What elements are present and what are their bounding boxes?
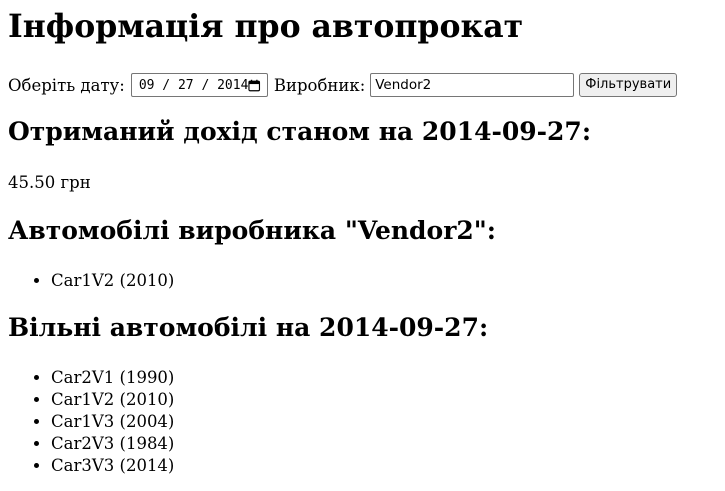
filter-button[interactable]: Фільтрувати <box>579 73 678 97</box>
filter-form: Оберіть дату: 09 / 27 / 2014 Виробник: Ф… <box>8 72 678 98</box>
free-cars-list: Car2V1 (1990) Car1V2 (2010) Car1V3 (2004… <box>8 367 174 477</box>
vendor-cars-list: Car1V2 (2010) <box>8 270 174 292</box>
date-input[interactable]: 09 / 27 / 2014 <box>130 73 268 97</box>
free-cars-heading: Вільні автомобілі на 2014-09-27: <box>8 313 489 342</box>
list-item: Car3V3 (2014) <box>51 455 174 477</box>
income-value: 45.50 грн <box>8 173 91 192</box>
date-value: 09 / 27 / 2014 <box>138 77 249 93</box>
calendar-icon[interactable] <box>248 79 261 92</box>
vendor-cars-heading: Автомобілі виробника "Vendor2": <box>8 216 497 245</box>
list-item: Car2V3 (1984) <box>51 433 174 455</box>
page-title: Інформація про автопрокат <box>8 8 524 45</box>
date-label: Оберіть дату: <box>8 75 125 95</box>
vendor-label: Виробник: <box>273 75 366 95</box>
list-item: Car1V2 (2010) <box>51 270 174 292</box>
list-item: Car2V1 (1990) <box>51 367 174 389</box>
list-item: Car1V2 (2010) <box>51 389 174 411</box>
vendor-input[interactable] <box>370 73 575 97</box>
list-item: Car1V3 (2004) <box>51 411 174 433</box>
income-heading: Отриманий дохід станом на 2014-09-27: <box>8 117 592 146</box>
